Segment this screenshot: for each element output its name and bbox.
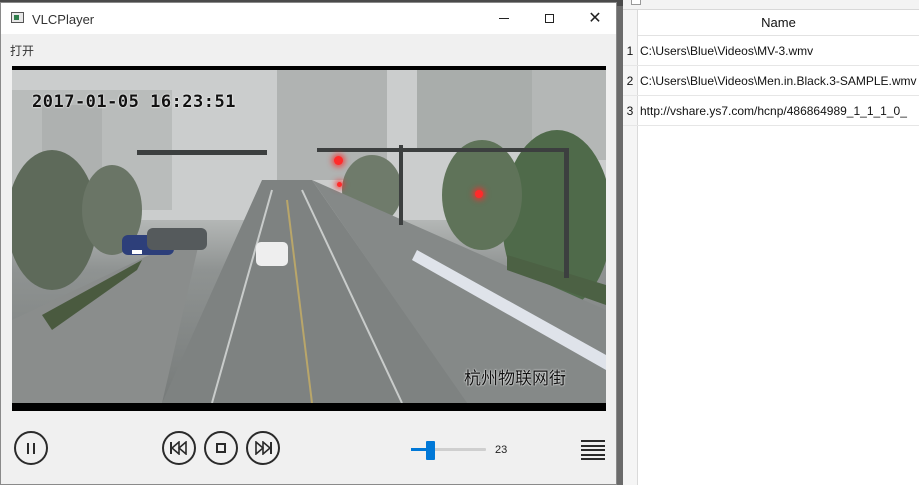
- playlist-icon-line: [581, 440, 605, 442]
- timestamp-overlay: 2017-01-05 16:23:51: [32, 92, 236, 112]
- volume-slider-thumb[interactable]: [426, 441, 435, 460]
- minimize-icon: [499, 18, 509, 19]
- title-bar[interactable]: VLCPlayer ✕: [1, 3, 616, 34]
- row-number: 2: [626, 73, 634, 88]
- playlist-icon-line: [581, 458, 605, 460]
- traffic-light-3: [337, 182, 342, 187]
- media-path-cell[interactable]: C:\Users\Blue\Videos\Men.in.Black.3-SAMP…: [640, 66, 917, 95]
- playlist-icon-line: [581, 444, 605, 447]
- traffic-light-2: [475, 190, 483, 198]
- media-path-cell[interactable]: http://vshare.ys7.com/hcnp/486864989_1_1…: [640, 96, 907, 125]
- volume-value: 23: [495, 444, 508, 456]
- playlist-panel: Name 1 C:\Users\Blue\Videos\MV-3.wmv 2 C:\U…: [623, 0, 919, 485]
- panel-title-strip: [623, 0, 919, 10]
- media-path-cell[interactable]: C:\Users\Blue\Videos\MV-3.wmv: [640, 36, 813, 65]
- row-number: 3: [626, 103, 634, 118]
- close-button[interactable]: ✕: [572, 3, 618, 34]
- vlc-app-icon: [11, 12, 24, 23]
- playlist-button[interactable]: [581, 440, 605, 460]
- window-title: VLCPlayer: [32, 12, 95, 27]
- next-icon: [255, 441, 272, 455]
- column-header-name[interactable]: Name: [638, 10, 919, 36]
- table-row[interactable]: 1 C:\Users\Blue\Videos\MV-3.wmv: [623, 36, 919, 66]
- previous-icon: [170, 441, 187, 455]
- maximize-button[interactable]: [526, 3, 572, 34]
- minimize-button[interactable]: [481, 3, 527, 34]
- close-icon: ✕: [588, 9, 602, 27]
- next-button[interactable]: [246, 431, 280, 465]
- street-scene: [12, 70, 606, 403]
- playlist-icon-line: [581, 453, 605, 456]
- stop-button[interactable]: [204, 431, 238, 465]
- row-number: 1: [626, 43, 634, 58]
- table-row[interactable]: 3 http://vshare.ys7.com/hcnp/486864989_1_…: [623, 96, 919, 126]
- volume-slider[interactable]: [411, 441, 486, 460]
- panel-app-icon: [631, 0, 641, 5]
- location-overlay: 杭州物联网街: [464, 369, 566, 389]
- table-row[interactable]: 2 C:\Users\Blue\Videos\Men.in.Black.3-SAM…: [623, 66, 919, 96]
- video-display[interactable]: 2017-01-05 16:23:51 杭州物联网街: [12, 66, 606, 411]
- menu-item-open[interactable]: 打开: [10, 42, 34, 59]
- stop-icon: [216, 443, 226, 453]
- previous-button[interactable]: [162, 431, 196, 465]
- maximize-icon: [544, 14, 554, 23]
- pause-icon: [27, 442, 35, 454]
- menu-bar: 打开: [1, 34, 616, 60]
- playlist-icon-line: [581, 449, 605, 451]
- traffic-light-1: [334, 156, 343, 165]
- video-frame: 2017-01-05 16:23:51 杭州物联网街: [12, 70, 606, 403]
- pause-button[interactable]: [14, 431, 48, 465]
